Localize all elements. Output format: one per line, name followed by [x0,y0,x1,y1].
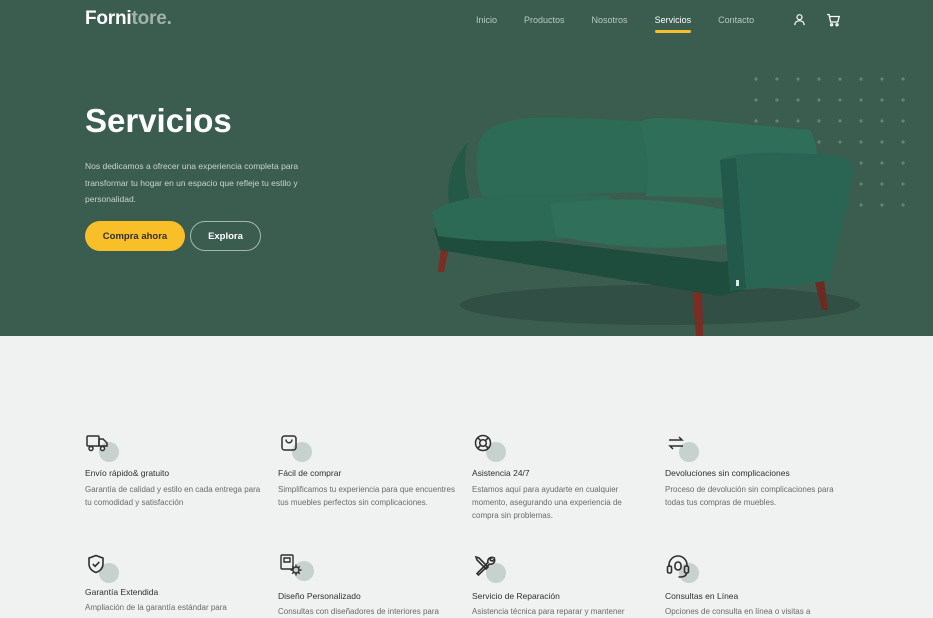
main-nav: Inicio Productos Nosotros Servicios Cont… [476,15,781,33]
truck-icon [85,432,119,462]
feature-text: Ampliación de la garantía estándar para [85,603,227,612]
feature-title: Fácil de comprar [278,468,342,478]
cart-icon[interactable] [826,13,841,27]
tools-icon [472,553,506,583]
shopping-bag-icon [278,432,312,462]
feature-text: Asistencia técnica para reparar y manten… [472,607,625,616]
feature-title: Garantía Extendida [85,587,159,597]
feature-title: Servicio de Reparación [472,591,560,601]
feature-title: Devoluciones sin complicaciones [665,468,790,478]
hero-description: Nos dedicamos a ofrecer una experiencia … [85,161,299,204]
feature-text: Consultas con diseñadores de interiores … [278,607,439,616]
feature-text: Garantía de calidad y estilo en cada ent… [85,485,261,507]
feature-title: Diseño Personalizado [278,591,361,601]
sofa-image [432,117,860,336]
shield-check-icon [85,553,119,583]
feature-text: Estamos aquí para ayudarte en cualquier … [472,485,622,520]
headset-icon [665,553,699,583]
design-gear-icon [278,553,314,583]
nav-item-nosotros[interactable]: Nosotros [592,15,628,25]
return-arrows-icon [665,432,699,462]
user-icon[interactable] [793,13,807,27]
buy-now-button[interactable]: Compra ahora [85,221,185,251]
nav-item-servicios[interactable]: Servicios [654,15,691,33]
nav-item-productos[interactable]: Productos [524,15,565,25]
hero-title: Servicios [85,102,232,139]
lifebuoy-icon [472,432,506,462]
feature-text: Opciones de consulta en línea o visitas … [665,607,811,616]
feature-title: Asistencia 24/7 [472,468,530,478]
hero-section: Fornitore. Inicio Productos Nosotros Ser… [0,0,933,336]
nav-item-inicio[interactable]: Inicio [476,15,497,25]
feature-text: Simplificamos tu experiencia para que en… [278,485,455,507]
feature-title: Envío rápido& gratuito [85,468,170,478]
explore-button[interactable]: Explora [190,221,261,251]
nav-item-contacto[interactable]: Contacto [718,15,754,25]
feature-text: Proceso de devolución sin complicaciones… [665,485,834,507]
brand-logo[interactable]: Fornitore. [85,8,172,30]
feature-title: Consultas en Línea [665,591,739,601]
